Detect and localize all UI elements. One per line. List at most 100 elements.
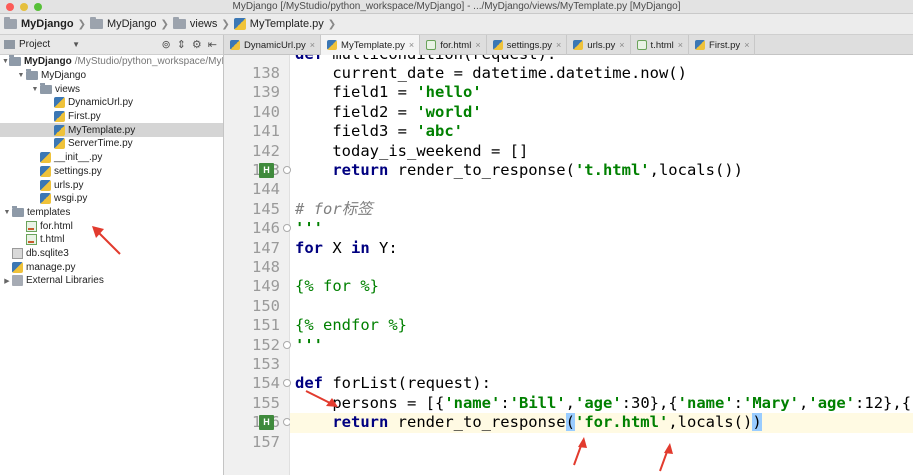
code-text: return render_to_response('for.html',loc… (332, 413, 762, 432)
expand-arrow-icon[interactable]: ▼ (2, 58, 9, 65)
code-text: field3 = 'abc' (295, 122, 463, 141)
code-line[interactable]: ''' (290, 336, 913, 355)
code-line[interactable] (290, 355, 913, 374)
tab-label: MyTemplate.py (341, 39, 405, 51)
python-file-icon (54, 97, 65, 109)
tree-item[interactable]: ▼ templates (0, 205, 223, 220)
code-line[interactable] (290, 433, 913, 452)
tree-item[interactable]: ▶ External Libraries (0, 274, 223, 288)
code-line[interactable]: # for标签 (290, 200, 913, 219)
line-number: 142 (252, 141, 280, 160)
close-tab-icon[interactable]: × (409, 40, 414, 50)
tree-item-label: DynamicUrl.py (68, 97, 134, 109)
tree-item-label: settings.py (54, 165, 102, 177)
code-line[interactable] (290, 180, 913, 199)
expand-arrow-icon[interactable]: ▼ (16, 72, 26, 79)
expand-arrow-icon[interactable]: ▼ (30, 86, 40, 93)
line-number: 138 (252, 64, 280, 82)
line-number: 153 (252, 355, 280, 373)
tree-item[interactable]: ServerTime.py (0, 137, 223, 151)
tree-item[interactable]: ▼ views (0, 82, 223, 96)
code-line[interactable]: field2 = 'world' (290, 103, 913, 122)
tab-label: settings.py (506, 39, 553, 51)
tree-item-label: db.sqlite3 (26, 247, 69, 259)
close-tab-icon[interactable]: × (619, 40, 624, 50)
editor-tab[interactable]: for.html × (420, 35, 487, 55)
code-line[interactable]: return render_to_response('t.html',local… (290, 161, 913, 180)
code-line[interactable]: field1 = 'hello' (290, 83, 913, 102)
tree-item[interactable]: First.py (0, 110, 223, 124)
tree-item[interactable]: settings.py (0, 165, 223, 179)
collapse-arrow-icon[interactable]: ▶ (2, 277, 12, 285)
editor-tabs: DynamicUrl.py × MyTemplate.py × for.html × set… (224, 35, 913, 55)
split-icon[interactable]: ⇕ (177, 38, 186, 51)
html-file-icon (26, 220, 37, 232)
editor-tab[interactable]: t.html × (631, 35, 690, 55)
project-panel-header: Project ▼ ⊚ ⇕ ⚙ ⇤ (0, 35, 224, 55)
close-tab-icon[interactable]: × (475, 40, 480, 50)
folder-icon (89, 17, 103, 29)
code-line[interactable]: {% endfor %} (290, 316, 913, 335)
code-text: current_date = datetime.datetime.now() (295, 64, 687, 82)
tree-item[interactable]: manage.py (0, 260, 223, 274)
tree-item[interactable]: ▼ MyDjango/MyStudio/python_workspace/MyDj (0, 55, 223, 69)
editor-tab[interactable]: urls.py × (567, 35, 631, 55)
editor-tab[interactable]: First.py × (689, 35, 756, 55)
code-line[interactable]: for X in Y: (290, 239, 913, 258)
code-line[interactable]: {% for %} (290, 277, 913, 296)
code-line[interactable]: field3 = 'abc' (290, 122, 913, 141)
template-link-icon[interactable]: H (259, 415, 274, 431)
code-text: ''' (295, 219, 323, 238)
close-tab-icon[interactable]: × (744, 40, 749, 50)
line-number: 141 (252, 122, 280, 141)
code-line[interactable]: ''' (290, 219, 913, 238)
breadcrumb-item-package[interactable]: MyDjango (89, 17, 156, 30)
line-number: 147 (252, 238, 280, 257)
tree-item-label: urls.py (54, 179, 84, 191)
hide-icon[interactable]: ⇤ (208, 38, 217, 51)
chevron-right-icon: ❯ (221, 18, 230, 30)
template-link-icon[interactable]: H (259, 163, 274, 178)
annotation-arrow (573, 437, 587, 466)
code-line[interactable]: return render_to_response('for.html',loc… (290, 413, 913, 433)
editor-tab[interactable]: MyTemplate.py × (321, 35, 421, 55)
tree-item[interactable]: urls.py (0, 178, 223, 192)
python-file-icon (40, 152, 51, 164)
breadcrumb-item-views[interactable]: views (172, 17, 217, 30)
line-number: 152 (252, 335, 280, 354)
code-area[interactable]: def multiCondition(request): current_dat… (290, 55, 913, 475)
tree-item[interactable]: wsgi.py (0, 192, 223, 206)
target-icon[interactable]: ⊚ (161, 38, 170, 51)
code-line[interactable]: def multiCondition(request): (290, 55, 913, 64)
close-tab-icon[interactable]: × (678, 40, 683, 50)
tree-item-label: for.html (40, 220, 73, 232)
project-view-selector[interactable]: Project (19, 39, 50, 50)
tree-item[interactable]: ▼ MyDjango (0, 69, 223, 83)
folder-icon (26, 69, 38, 81)
line-number: 155 (252, 393, 280, 412)
close-tab-icon[interactable]: × (556, 40, 561, 50)
chevron-down-icon[interactable]: ▼ (72, 40, 80, 49)
tree-item[interactable]: DynamicUrl.py (0, 96, 223, 110)
editor-tab[interactable]: settings.py × (487, 35, 568, 55)
code-line[interactable]: current_date = datetime.datetime.now() (290, 64, 913, 83)
editor-tab[interactable]: DynamicUrl.py × (224, 35, 322, 55)
tree-item[interactable]: MyTemplate.py (0, 123, 223, 138)
tree-item[interactable]: __init__.py (0, 151, 223, 165)
code-line[interactable] (290, 258, 913, 277)
expand-arrow-icon[interactable]: ▼ (2, 209, 12, 216)
code-line[interactable]: def forList(request): (290, 374, 913, 393)
code-editor[interactable]: 138139140141142143H144145146147148149150… (224, 55, 913, 475)
code-line[interactable] (290, 297, 913, 316)
breadcrumb-item-project[interactable]: MyDjango (4, 17, 74, 30)
python-file-icon (492, 40, 503, 50)
html-file-icon (26, 234, 37, 246)
tab-label: DynamicUrl.py (244, 39, 306, 51)
code-line[interactable]: today_is_weekend = [] (290, 142, 913, 161)
editor-gutter[interactable]: 138139140141142143H144145146147148149150… (224, 55, 291, 475)
code-line[interactable]: persons = [{'name':'Bill','age':30},{'na… (290, 394, 913, 413)
gear-icon[interactable]: ⚙ (192, 38, 202, 51)
close-tab-icon[interactable]: × (310, 40, 315, 50)
tree-item-label: First.py (68, 111, 101, 123)
breadcrumb-item-file[interactable]: MyTemplate.py (233, 18, 324, 30)
